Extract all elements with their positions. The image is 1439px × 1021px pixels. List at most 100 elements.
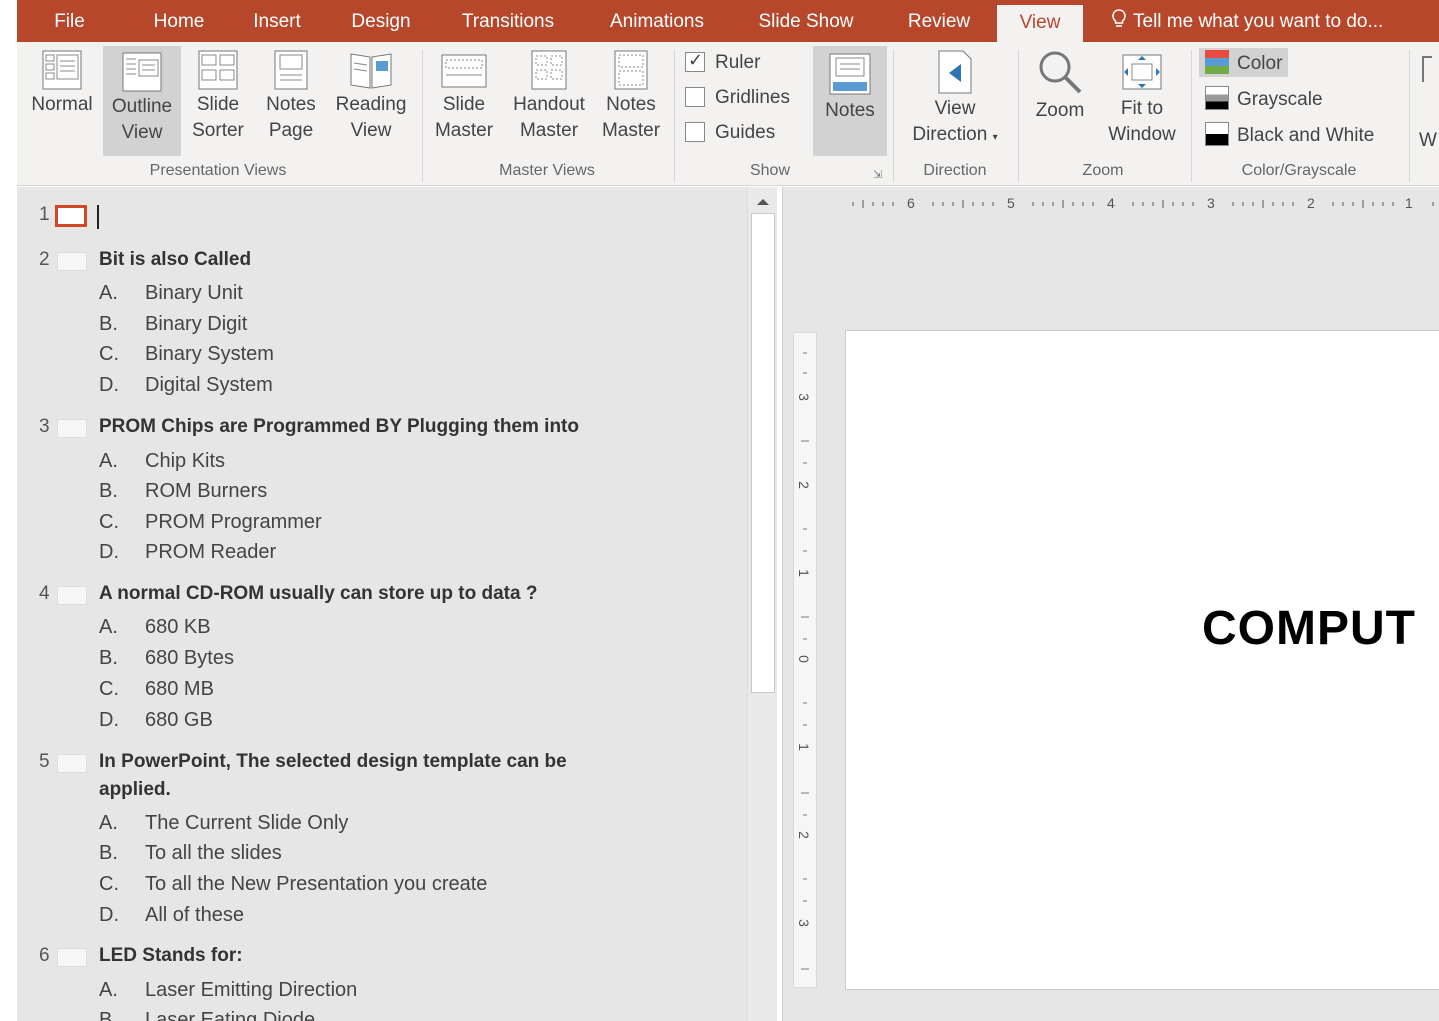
question-title[interactable]: A normal CD-ROM usually can store up to … xyxy=(99,583,537,605)
black-and-white-button[interactable]: Black and White xyxy=(1199,120,1380,149)
dialog-launcher-icon[interactable]: ⇲ xyxy=(873,168,882,181)
fit-to-window-button[interactable]: Fit to Window xyxy=(1101,44,1183,156)
question-title[interactable]: LED Stands for: xyxy=(99,945,243,967)
view-direction-button[interactable]: View Direction ▾ xyxy=(899,44,1011,156)
notes-page-icon xyxy=(274,50,308,90)
answer-option[interactable]: D. Digital System xyxy=(99,374,273,397)
tab-insert[interactable]: Insert xyxy=(235,0,319,42)
ruler-mark: 1 xyxy=(795,743,812,751)
answer-option[interactable]: A. Chip Kits xyxy=(99,450,225,473)
slide-canvas[interactable]: COMPUT xyxy=(845,330,1439,990)
ruler-mark: 2 xyxy=(795,481,812,489)
lightbulb-icon xyxy=(1112,9,1126,27)
answer-option[interactable]: D. 680 GB xyxy=(99,709,213,732)
normal-view-label: Normal xyxy=(31,94,93,115)
notes-page-button[interactable]: Notes Page xyxy=(255,44,327,156)
zoom-label: Zoom xyxy=(1035,100,1085,121)
notes-master-label-2: Master xyxy=(601,120,661,141)
answer-option[interactable]: C. 680 MB xyxy=(99,678,214,701)
ruler-mark: 2 xyxy=(795,831,812,839)
question-title[interactable]: In PowerPoint, The selected design templ… xyxy=(99,751,567,773)
slide-icon xyxy=(55,205,87,227)
tab-transitions[interactable]: Transitions xyxy=(443,0,573,42)
group-separator xyxy=(1191,50,1192,182)
answer-option[interactable]: C. Binary System xyxy=(99,343,274,366)
slide-master-label-1: Slide xyxy=(442,94,486,115)
answer-option[interactable]: B. Laser Eating Diode xyxy=(99,1009,315,1021)
outline-view-icon xyxy=(122,52,162,92)
tab-design[interactable]: Design xyxy=(333,0,429,42)
black-and-white-label: Black and White xyxy=(1237,125,1375,146)
handout-master-icon xyxy=(531,50,567,90)
ruler-mark: 3 xyxy=(795,919,812,927)
notes-toggle-label: Notes xyxy=(825,100,875,121)
tell-me-search[interactable]: Tell me what you want to do... xyxy=(1111,0,1383,42)
partial-window-icon xyxy=(1422,56,1432,82)
color-button[interactable]: Color xyxy=(1199,48,1289,77)
ruler-mark: 1 xyxy=(1405,195,1413,211)
notes-page-label-1: Notes xyxy=(266,94,316,115)
slide-master-icon xyxy=(441,54,487,88)
notes-toggle-button[interactable]: Notes xyxy=(813,46,887,156)
horizontal-ruler: 6 5 4 3 2 1 xyxy=(845,193,1439,215)
tab-view[interactable]: View xyxy=(997,5,1083,42)
ruler-mark: 2 xyxy=(1307,195,1315,211)
answer-option[interactable]: C. PROM Programmer xyxy=(99,511,322,534)
tab-slide-show[interactable]: Slide Show xyxy=(741,0,871,42)
outline-view-button[interactable]: Outline View xyxy=(103,46,181,156)
notes-icon xyxy=(829,53,871,95)
ruler-checkbox[interactable]: Ruler xyxy=(685,50,761,74)
answer-option[interactable]: B. 680 Bytes xyxy=(99,647,234,670)
zoom-group-label: Zoom xyxy=(1082,162,1124,179)
answer-option[interactable]: A. Binary Unit xyxy=(99,282,243,305)
answer-option[interactable]: D. All of these xyxy=(99,904,244,927)
slide-title[interactable]: COMPUT xyxy=(1202,601,1416,656)
handout-master-label-2: Master xyxy=(519,120,579,141)
ruler-label: Ruler xyxy=(715,52,761,73)
handout-master-button[interactable]: Handout Master xyxy=(501,44,597,156)
handout-master-label-1: Handout xyxy=(513,94,585,115)
guides-label: Guides xyxy=(715,122,776,143)
question-title[interactable]: Bit is also Called xyxy=(99,249,251,271)
presentation-views-group-label: Presentation Views xyxy=(149,162,287,179)
show-group-label: Show xyxy=(749,162,791,179)
grayscale-button[interactable]: Grayscale xyxy=(1199,84,1329,113)
question-title[interactable]: PROM Chips are Programmed BY Plugging th… xyxy=(99,416,579,438)
partial-window-button-label[interactable]: W xyxy=(1419,130,1437,152)
tab-animations[interactable]: Animations xyxy=(587,0,727,42)
zoom-button[interactable]: Zoom xyxy=(1023,44,1097,156)
checkbox-unchecked-icon xyxy=(685,87,705,107)
outline-pane[interactable]: 1 2 Bit is also Called A. Binary Unit B. B… xyxy=(17,187,747,1021)
slide-icon xyxy=(57,754,87,773)
answer-option[interactable]: A. 680 KB xyxy=(99,616,211,639)
answer-option[interactable]: B. Binary Digit xyxy=(99,313,247,336)
answer-option[interactable]: B. To all the slides xyxy=(99,842,282,865)
slide-sorter-button[interactable]: Slide Sorter xyxy=(183,44,253,156)
outline-scrollbar[interactable] xyxy=(747,187,777,1021)
answer-option[interactable]: A. Laser Emitting Direction xyxy=(99,979,357,1002)
answer-option[interactable]: D. PROM Reader xyxy=(99,541,276,564)
tell-me-text: Tell me what you want to do... xyxy=(1133,11,1384,32)
slide-master-button[interactable]: Slide Master xyxy=(429,44,499,156)
normal-view-button[interactable]: Normal xyxy=(23,44,101,156)
reading-view-button[interactable]: Reading View xyxy=(329,44,413,156)
slide-number: 1 xyxy=(39,204,50,225)
guides-checkbox[interactable]: Guides xyxy=(685,122,775,144)
tab-file[interactable]: File xyxy=(17,0,122,42)
tab-home[interactable]: Home xyxy=(135,0,223,42)
vertical-ruler: 3 2 1 0 1 2 3 xyxy=(793,332,817,988)
slide-sorter-icon xyxy=(198,50,238,90)
gridlines-label: Gridlines xyxy=(715,87,790,108)
black-white-swatch-icon xyxy=(1205,122,1229,146)
tab-review[interactable]: Review xyxy=(889,0,989,42)
answer-option[interactable]: A. The Current Slide Only xyxy=(99,812,348,835)
view-direction-label-2: Direction ▾ xyxy=(912,124,998,145)
answer-option[interactable]: C. To all the New Presentation you create xyxy=(99,873,487,896)
scroll-up-icon[interactable] xyxy=(753,193,773,211)
answer-option[interactable]: B. ROM Burners xyxy=(99,480,267,503)
gridlines-checkbox[interactable]: Gridlines xyxy=(685,87,790,109)
notes-master-label-1: Notes xyxy=(606,94,656,115)
scrollbar-thumb[interactable] xyxy=(751,213,775,693)
notes-master-button[interactable]: Notes Master xyxy=(597,44,665,156)
color-swatch-icon xyxy=(1205,50,1229,74)
